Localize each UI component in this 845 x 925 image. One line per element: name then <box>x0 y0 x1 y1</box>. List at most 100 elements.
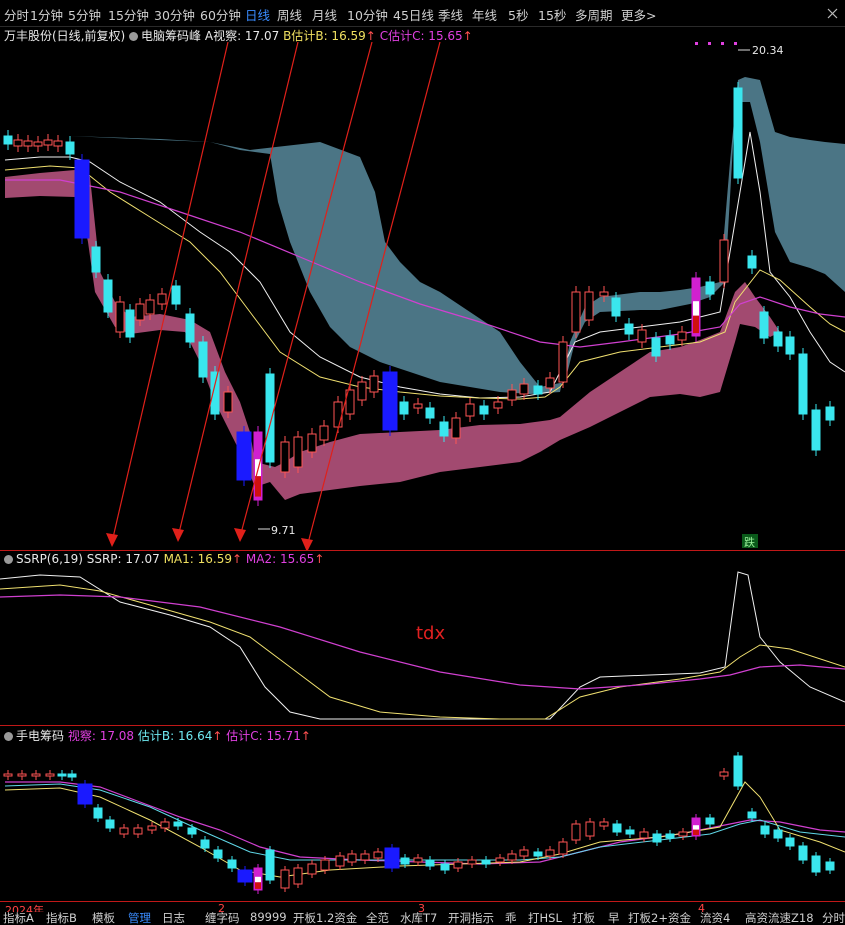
period-5sec[interactable]: 5秒 <box>508 5 528 24</box>
main-candle-body <box>665 335 675 345</box>
tab-kaiban[interactable]: 开板1.2资金 <box>293 912 357 925</box>
red-arrow-head-icon <box>172 528 184 542</box>
chip-candle-body <box>773 829 783 839</box>
tab-indicator-a[interactable]: 指标A <box>3 912 34 925</box>
period-45day[interactable]: 45日线 <box>393 5 434 24</box>
main-candle-body <box>319 425 329 441</box>
period-15sec[interactable]: 15秒 <box>538 5 566 24</box>
period-30min[interactable]: 30分钟 <box>154 5 195 24</box>
ma2-value: MA2: 15.65 <box>245 552 315 566</box>
indicator-toggle-icon[interactable] <box>129 32 139 41</box>
ma1-value: MA1: 16.59 <box>163 552 232 566</box>
main-candle-core <box>693 315 699 334</box>
tab-dahsl[interactable]: 打HSL <box>528 912 562 925</box>
high-price-marker: 20.34 <box>738 44 784 57</box>
chip-candle-body <box>293 867 303 885</box>
period-60min[interactable]: 60分钟 <box>200 5 241 24</box>
main-candle-body <box>369 375 379 393</box>
chip-candle-core <box>693 825 699 830</box>
period-15min[interactable]: 15分钟 <box>108 5 149 24</box>
chip-candle-body <box>147 825 157 831</box>
tab-template[interactable]: 模板 <box>92 912 115 925</box>
main-candle-body <box>545 377 555 389</box>
chip-view-value: 视察: 17.08 <box>67 729 135 743</box>
stock-title[interactable]: 万丰股份(日线,前复权) <box>4 29 125 43</box>
tab-gaozi[interactable]: 高资流速Z18 <box>745 912 814 925</box>
b-arrow-icon: ↑ <box>365 29 376 43</box>
main-candle-body <box>3 135 13 145</box>
ssrp-name[interactable]: SSRP(6,19) <box>16 552 83 566</box>
chip-candle-body <box>265 849 275 881</box>
main-candle-body <box>493 401 503 409</box>
chip-candle-body <box>599 821 609 827</box>
period-10min[interactable]: 10分钟 <box>347 5 388 24</box>
chip-name[interactable]: 手电筹码 <box>16 729 64 743</box>
tab-manage[interactable]: 管理 <box>128 912 151 925</box>
chip-candle-body <box>719 771 729 777</box>
period-5min[interactable]: 5分钟 <box>68 5 101 24</box>
ssrp-indicator-chart[interactable]: tdx <box>0 567 845 725</box>
chip-candle-body <box>785 837 795 847</box>
chip-candle-body <box>467 859 477 865</box>
period-1min[interactable]: 1分钟 <box>30 5 63 24</box>
period-season[interactable]: 季线 <box>438 5 463 24</box>
period-multi[interactable]: 多周期 <box>575 5 613 24</box>
tab-indicator-b[interactable]: 指标B <box>46 912 77 925</box>
chip-toggle-icon[interactable] <box>4 732 13 741</box>
period-fenshi[interactable]: 分时 <box>4 5 29 24</box>
main-candle-body <box>236 431 252 481</box>
period-year[interactable]: 年线 <box>472 5 497 24</box>
ssrp-panel-border <box>0 550 845 551</box>
red-arrow-head-icon <box>106 533 118 547</box>
main-candle-body <box>293 436 303 468</box>
main-candle-body <box>773 331 783 347</box>
main-candle-body <box>157 293 167 305</box>
main-candle-body <box>479 405 489 415</box>
tab-chanzima[interactable]: 缠字码 <box>205 912 240 925</box>
main-candle-body <box>651 337 661 357</box>
period-more[interactable]: 更多> <box>621 5 656 24</box>
tab-daban[interactable]: 打板 <box>572 912 595 925</box>
tab-89999[interactable]: 89999 <box>250 912 287 924</box>
period-daily[interactable]: 日线 <box>245 5 270 24</box>
main-candle-body <box>507 389 517 401</box>
die-badge-label: 跌 <box>744 535 755 549</box>
ssrp-toggle-icon[interactable] <box>4 555 13 564</box>
window-close-icon[interactable] <box>825 6 841 20</box>
tab-kaidong[interactable]: 开洞指示 <box>448 912 494 925</box>
ssrp-white-line <box>0 571 845 720</box>
tab-zao[interactable]: 早 <box>608 912 620 925</box>
chip-candle-body <box>413 857 423 863</box>
a-value: A视察: 17.07 <box>204 29 280 43</box>
tab-shuiku[interactable]: 水库T7 <box>400 912 437 925</box>
tab-daban2[interactable]: 打板2+资金 <box>628 912 691 925</box>
chip-candle-body <box>495 857 505 863</box>
tab-liuzi4[interactable]: 流资4 <box>700 912 730 925</box>
chip-candle-body <box>67 773 77 778</box>
chip-candle-body <box>652 833 662 843</box>
main-candle-body <box>533 385 543 395</box>
main-candle-body <box>413 403 423 409</box>
chip-indicator-chart[interactable] <box>0 742 845 902</box>
red-arrow-line <box>111 42 229 543</box>
chip-candle-body <box>400 857 410 865</box>
main-candle-body <box>74 159 90 239</box>
chip-b-arrow-icon: ↑ <box>212 729 223 743</box>
main-candle-body <box>145 299 155 315</box>
tab-log[interactable]: 日志 <box>162 912 185 925</box>
main-candle-body <box>451 417 461 439</box>
chip-candle-body <box>811 855 821 873</box>
chip-candle-body <box>320 859 330 871</box>
main-candlestick-chart[interactable]: 20.34 9.71 跌 <box>0 42 845 550</box>
tab-fenshi[interactable]: 分时 <box>822 912 845 925</box>
tab-guai[interactable]: 乖 <box>505 912 517 925</box>
period-weekly[interactable]: 周线 <box>277 5 302 24</box>
main-candle-body <box>811 409 821 451</box>
chip-candle-body <box>453 861 463 869</box>
main-candle-body <box>747 255 757 269</box>
period-monthly[interactable]: 月线 <box>312 5 337 24</box>
tab-quanfan[interactable]: 全范 <box>366 912 389 925</box>
ma1-arrow-icon: ↑ <box>232 552 243 566</box>
main-candle-body <box>399 401 409 415</box>
indicator-name[interactable]: 电脑筹码峰 <box>141 29 201 43</box>
